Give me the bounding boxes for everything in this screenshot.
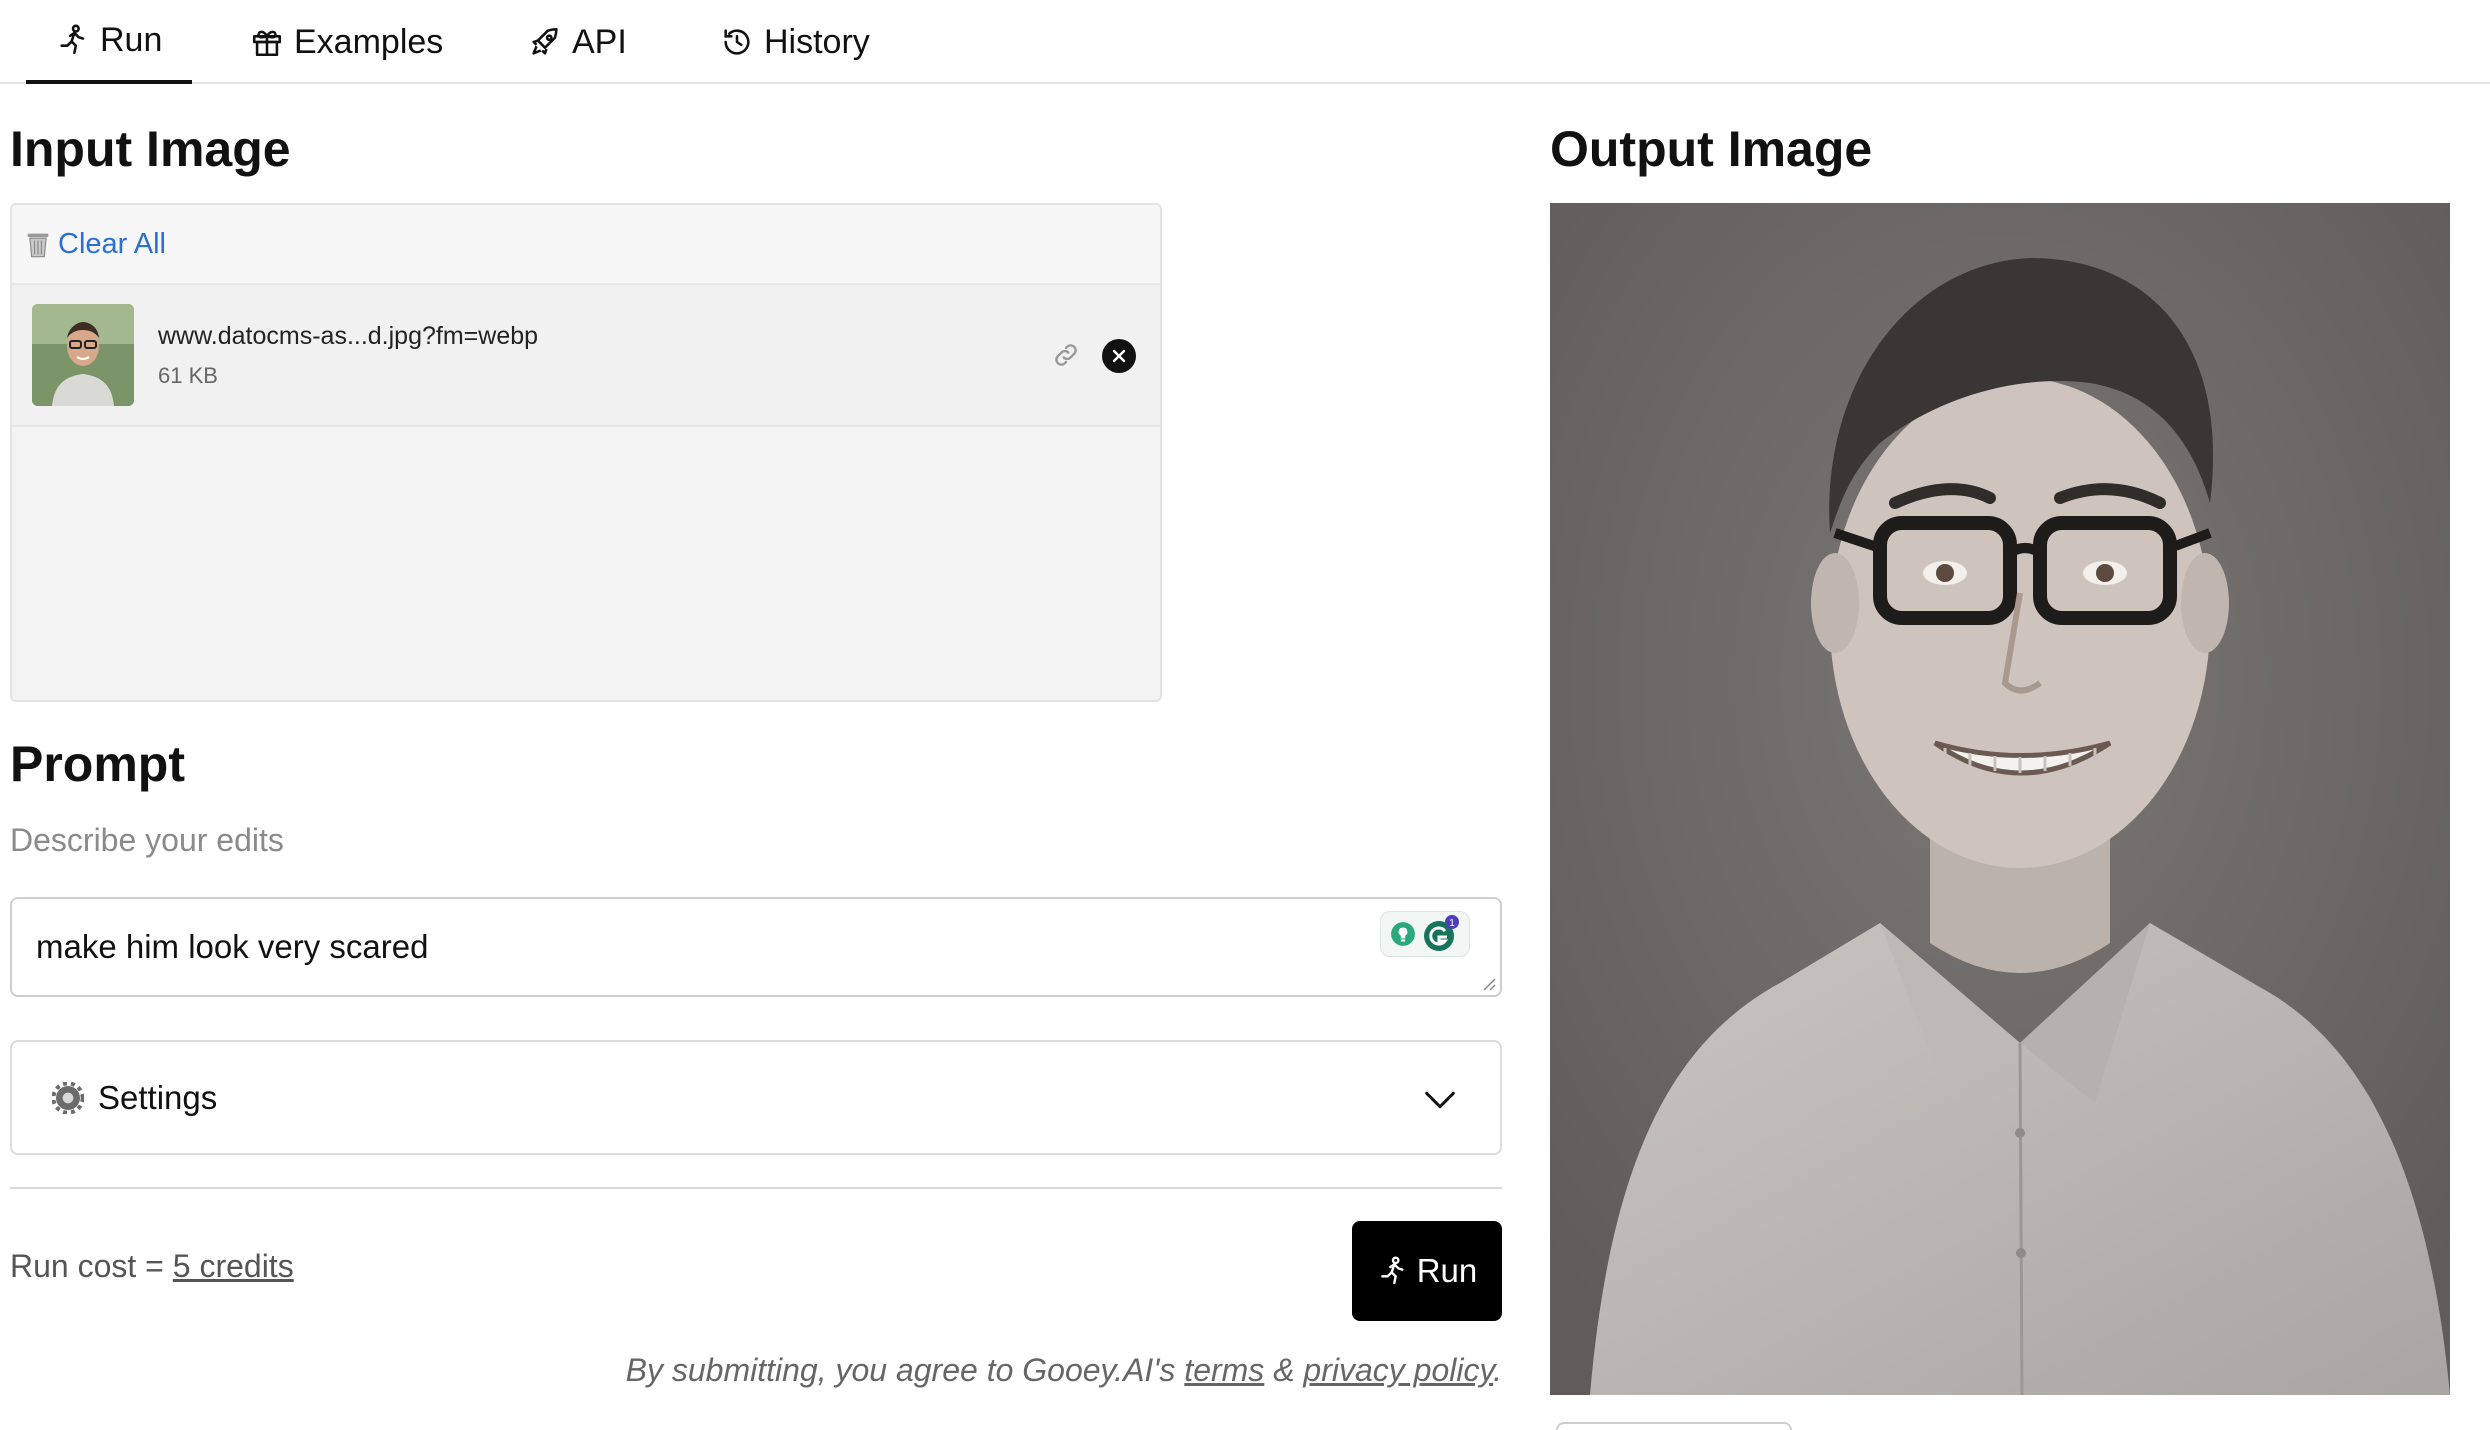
run-cost-prefix: Run cost = (10, 1248, 173, 1284)
file-name: www.datocms-as...d.jpg?fm=webp (158, 321, 539, 350)
trash-icon (27, 233, 49, 258)
run-button-label: Run (1416, 1252, 1478, 1289)
output-image-title: Output Image (1550, 121, 1873, 177)
terms-disclaimer: By submitting, you agree to Gooey.AI's t… (626, 1352, 1502, 1389)
prompt-textarea[interactable]: make him look very scared 1 (10, 897, 1502, 997)
file-size: 61 KB (158, 362, 218, 388)
link-icon[interactable] (1052, 341, 1080, 369)
grammarly-badge-count: 1 (1449, 918, 1455, 929)
credits-link[interactable]: 5 credits (173, 1248, 294, 1284)
tab-run[interactable]: Run (26, 0, 193, 84)
run-button[interactable]: Run (1352, 1221, 1502, 1321)
grammarly-icon: 1 (1424, 915, 1459, 951)
grammarly-widget[interactable]: 1 (1380, 911, 1470, 957)
tab-history-label: History (764, 22, 870, 61)
image-upload-area[interactable]: Clear All www.datocms-as...d.jpg?fm=webp… (10, 203, 1162, 702)
divider (10, 1187, 1502, 1189)
disclaimer-prefix: By submitting, you agree to Gooey.AI's (625, 1352, 1185, 1388)
prompt-helper-text: Describe your edits (10, 822, 284, 858)
disclaimer-amp: & (1264, 1352, 1304, 1388)
chevron-down-icon (1425, 1091, 1455, 1109)
history-icon (724, 29, 750, 55)
run-icon (1380, 1256, 1404, 1285)
input-image-title: Input Image (10, 121, 291, 177)
clear-all-button[interactable]: Clear All (58, 228, 166, 261)
privacy-policy-link[interactable]: privacy policy (1303, 1352, 1493, 1388)
tab-examples-label: Examples (294, 22, 444, 61)
prompt-title: Prompt (10, 736, 185, 792)
tab-history[interactable]: History (690, 0, 900, 84)
gear-icon (52, 1081, 84, 1114)
prompt-value: make him look very scared (36, 928, 429, 965)
run-cost: Run cost = 5 credits (10, 1248, 294, 1285)
settings-label: Settings (98, 1078, 218, 1116)
output-image[interactable] (1550, 203, 2450, 1395)
uploaded-file-row: www.datocms-as...d.jpg?fm=webp 61 KB (12, 285, 1160, 427)
tab-bar: Run Examples API History (0, 0, 2490, 84)
resize-handle-icon[interactable] (1480, 975, 1496, 991)
tab-api-label: API (572, 22, 627, 61)
tab-examples[interactable]: Examples (220, 0, 473, 84)
settings-accordion[interactable]: Settings (10, 1040, 1502, 1155)
rocket-icon (532, 27, 558, 55)
run-icon (60, 24, 85, 55)
file-thumbnail (32, 304, 134, 406)
tab-api[interactable]: API (498, 0, 657, 84)
upload-header: Clear All (12, 205, 1160, 285)
gift-icon (252, 30, 282, 57)
terms-link[interactable]: terms (1184, 1352, 1264, 1388)
output-actions-stub[interactable] (1556, 1422, 1792, 1430)
close-icon (1112, 349, 1126, 363)
remove-file-button[interactable] (1102, 339, 1136, 373)
disclaimer-suffix: . (1493, 1352, 1502, 1388)
tab-run-label: Run (100, 20, 163, 59)
lightbulb-icon (1391, 922, 1415, 946)
